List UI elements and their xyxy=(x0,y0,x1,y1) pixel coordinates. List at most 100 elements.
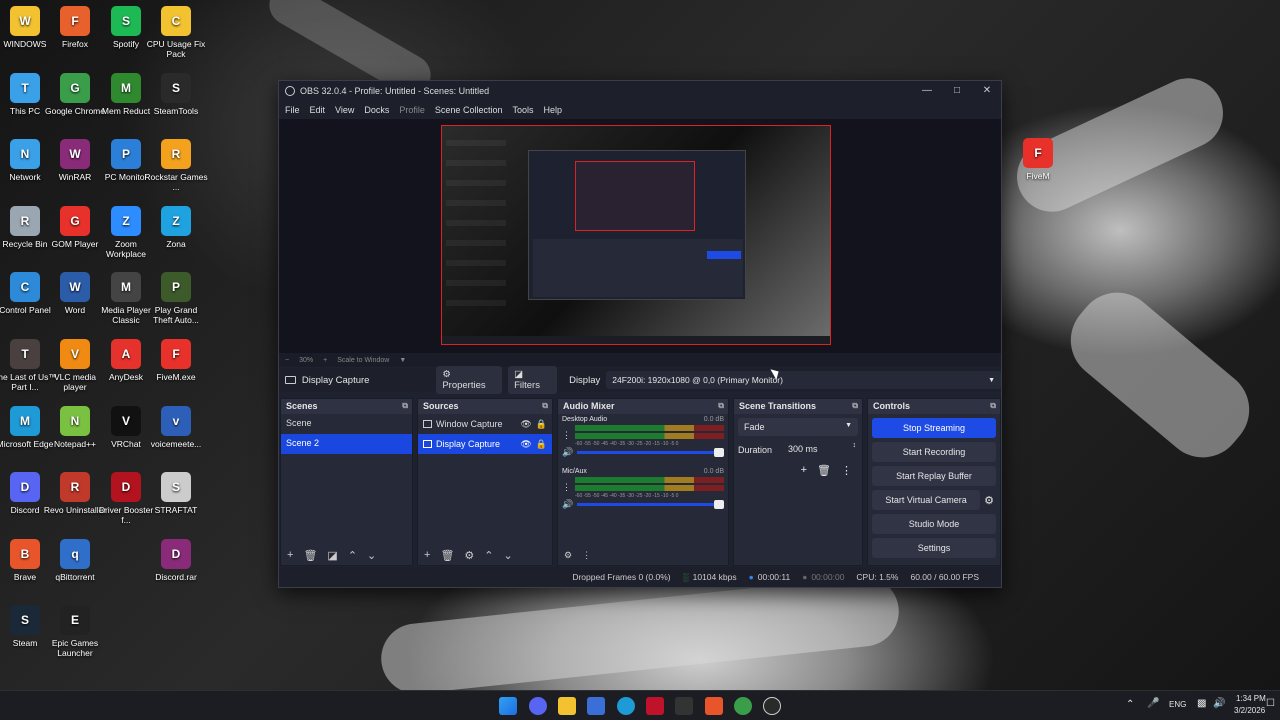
maximize-icon[interactable]: □ xyxy=(949,84,965,98)
more-icon[interactable]: ⋮ xyxy=(562,430,571,441)
scale-mode-dropdown[interactable]: Scale to Window xyxy=(337,357,389,364)
volume-icon[interactable]: 🔊 xyxy=(1213,698,1225,709)
desktop-icon[interactable]: S STRAFTAT xyxy=(144,468,208,515)
studio-mode-button[interactable]: Studio Mode xyxy=(872,514,996,534)
obs-taskbar-icon[interactable] xyxy=(763,697,781,715)
settings-button[interactable]: Settings xyxy=(872,538,996,558)
edge-icon: M xyxy=(10,405,40,436)
clock-date[interactable]: 3/2/2026 xyxy=(1234,706,1265,715)
add-icon[interactable]: + xyxy=(424,549,430,561)
scene-item-selected[interactable]: Scene 2 xyxy=(281,434,412,454)
more-icon[interactable]: ⋮ xyxy=(841,464,852,477)
media-taskbar-icon[interactable] xyxy=(675,697,693,715)
source-item-selected[interactable]: Display Capture 👁 🔒 xyxy=(418,434,552,454)
trash-icon[interactable]: 🗑 xyxy=(440,549,454,562)
desktop-icon[interactable]: S SteamTools xyxy=(144,69,208,116)
desktop-icon[interactable]: R Rockstar Games ... xyxy=(144,135,208,192)
desktop-icon[interactable]: E Epic Games Launcher xyxy=(43,601,107,658)
menu-tools[interactable]: Tools xyxy=(512,105,533,115)
display-select[interactable]: 24F200i: 1920x1080 @ 0,0 (Primary Monito… xyxy=(606,371,1001,389)
mic-icon[interactable]: 🎤 xyxy=(1147,698,1159,709)
filter-icon[interactable]: ◪ xyxy=(327,549,337,562)
volume-slider[interactable] xyxy=(577,500,724,509)
desktop-icon[interactable]: F FiveM.exe xyxy=(144,335,208,382)
move-up-icon[interactable]: ⌃ xyxy=(484,549,493,562)
move-up-icon[interactable]: ⌃ xyxy=(348,549,357,562)
popout-icon[interactable]: ⧉ xyxy=(542,401,548,411)
menu-edit[interactable]: Edit xyxy=(310,105,326,115)
transition-select[interactable]: Fade ▼ xyxy=(738,418,858,436)
menu-view[interactable]: View xyxy=(335,105,354,115)
desktop-icon[interactable]: F FiveM xyxy=(1006,134,1070,181)
popout-icon[interactable]: ⧉ xyxy=(718,401,724,411)
wallpaper-stroke xyxy=(1054,276,1266,474)
desktop-icon[interactable]: v voicemeete... xyxy=(144,402,208,449)
start-recording-button[interactable]: Start Recording xyxy=(872,442,996,462)
preview-canvas[interactable] xyxy=(441,125,831,345)
notification-icon[interactable]: ☐ xyxy=(1266,698,1275,709)
spinner-icon[interactable]: ↕ xyxy=(853,442,857,449)
language-indicator[interactable]: ENG xyxy=(1169,700,1186,709)
desktop-icon[interactable]: D Discord.rar xyxy=(144,535,208,582)
more-icon[interactable]: ⋮ xyxy=(582,550,591,561)
gear-icon[interactable]: ⚙ xyxy=(984,494,994,507)
gear-icon[interactable]: ⚙ xyxy=(464,549,474,562)
desktop-icon[interactable]: C CPU Usage Fix Pack xyxy=(144,2,208,59)
menu-profile[interactable]: Profile xyxy=(399,105,425,115)
start-replay-buffer-button[interactable]: Start Replay Buffer xyxy=(872,466,996,486)
edge-taskbar-icon[interactable] xyxy=(617,697,635,715)
volume-slider[interactable] xyxy=(577,448,724,457)
chevron-down-icon[interactable]: ▼ xyxy=(399,357,406,364)
desktop-icon[interactable]: q qBittorrent xyxy=(43,535,107,582)
lock-icon[interactable]: 🔒 xyxy=(536,419,547,430)
add-icon[interactable]: + xyxy=(287,549,293,561)
lock-icon[interactable]: 🔒 xyxy=(536,439,547,450)
zoom-out-button[interactable]: − xyxy=(285,357,289,364)
menu-scene-collection[interactable]: Scene Collection xyxy=(435,105,503,115)
minimize-icon[interactable]: — xyxy=(919,84,935,98)
close-icon[interactable]: ✕ xyxy=(979,84,995,98)
store-icon[interactable] xyxy=(587,697,605,715)
preview-area[interactable] xyxy=(279,119,1001,353)
source-item[interactable]: Window Capture 👁 🔒 xyxy=(418,414,552,434)
popout-icon[interactable]: ⧉ xyxy=(852,401,858,411)
eye-icon[interactable]: 👁 xyxy=(520,439,531,450)
trash-icon[interactable]: 🗑 xyxy=(817,464,831,477)
move-down-icon[interactable]: ⌄ xyxy=(504,549,513,562)
network-icon[interactable]: ▩ xyxy=(1197,698,1206,709)
duration-input[interactable]: 300 ms ↕ xyxy=(786,442,858,458)
discord-taskbar-icon[interactable] xyxy=(529,697,547,715)
menu-help[interactable]: Help xyxy=(543,105,562,115)
desktop-icon[interactable]: Z Zona xyxy=(144,202,208,249)
stop-streaming-button[interactable]: Stop Streaming xyxy=(872,418,996,438)
tray-chevron-icon[interactable]: ⌃ xyxy=(1126,699,1134,710)
add-icon[interactable]: + xyxy=(801,464,807,477)
eye-icon[interactable]: 👁 xyxy=(520,419,531,430)
scene-item[interactable]: Scene xyxy=(281,414,412,434)
menu-docks[interactable]: Docks xyxy=(364,105,389,115)
clock-time[interactable]: 1:34 PM xyxy=(1236,694,1266,703)
menu-file[interactable]: File xyxy=(285,105,300,115)
filters-button[interactable]: ◪ Filters xyxy=(508,366,558,394)
trash-icon[interactable]: 🗑 xyxy=(303,549,317,562)
volume-slider-knob[interactable] xyxy=(714,500,724,509)
more-icon[interactable]: ⋮ xyxy=(562,482,571,493)
chrome-taskbar-icon[interactable] xyxy=(734,697,752,715)
mixer-header: Audio Mixer ⧉ xyxy=(558,399,728,414)
gear-icon[interactable]: ⚙ xyxy=(564,550,572,561)
network-icon: N xyxy=(10,139,40,170)
volume-slider-knob[interactable] xyxy=(714,448,724,457)
start-button-icon[interactable] xyxy=(499,697,517,715)
popout-icon[interactable]: ⧉ xyxy=(990,401,996,411)
zoom-in-button[interactable]: + xyxy=(323,357,327,364)
speaker-icon[interactable]: 🔊 xyxy=(562,447,573,458)
file-explorer-icon[interactable] xyxy=(558,697,576,715)
properties-button[interactable]: ⚙ Properties xyxy=(436,366,503,394)
popout-icon[interactable]: ⧉ xyxy=(402,401,408,411)
brave-taskbar-icon[interactable] xyxy=(705,697,723,715)
speaker-icon[interactable]: 🔊 xyxy=(562,499,573,510)
start-virtual-camera-button[interactable]: Start Virtual Camera xyxy=(872,490,981,510)
move-down-icon[interactable]: ⌄ xyxy=(367,549,376,562)
app-taskbar-icon[interactable] xyxy=(646,697,664,715)
desktop-icon[interactable]: P Play Grand Theft Auto... xyxy=(144,268,208,325)
